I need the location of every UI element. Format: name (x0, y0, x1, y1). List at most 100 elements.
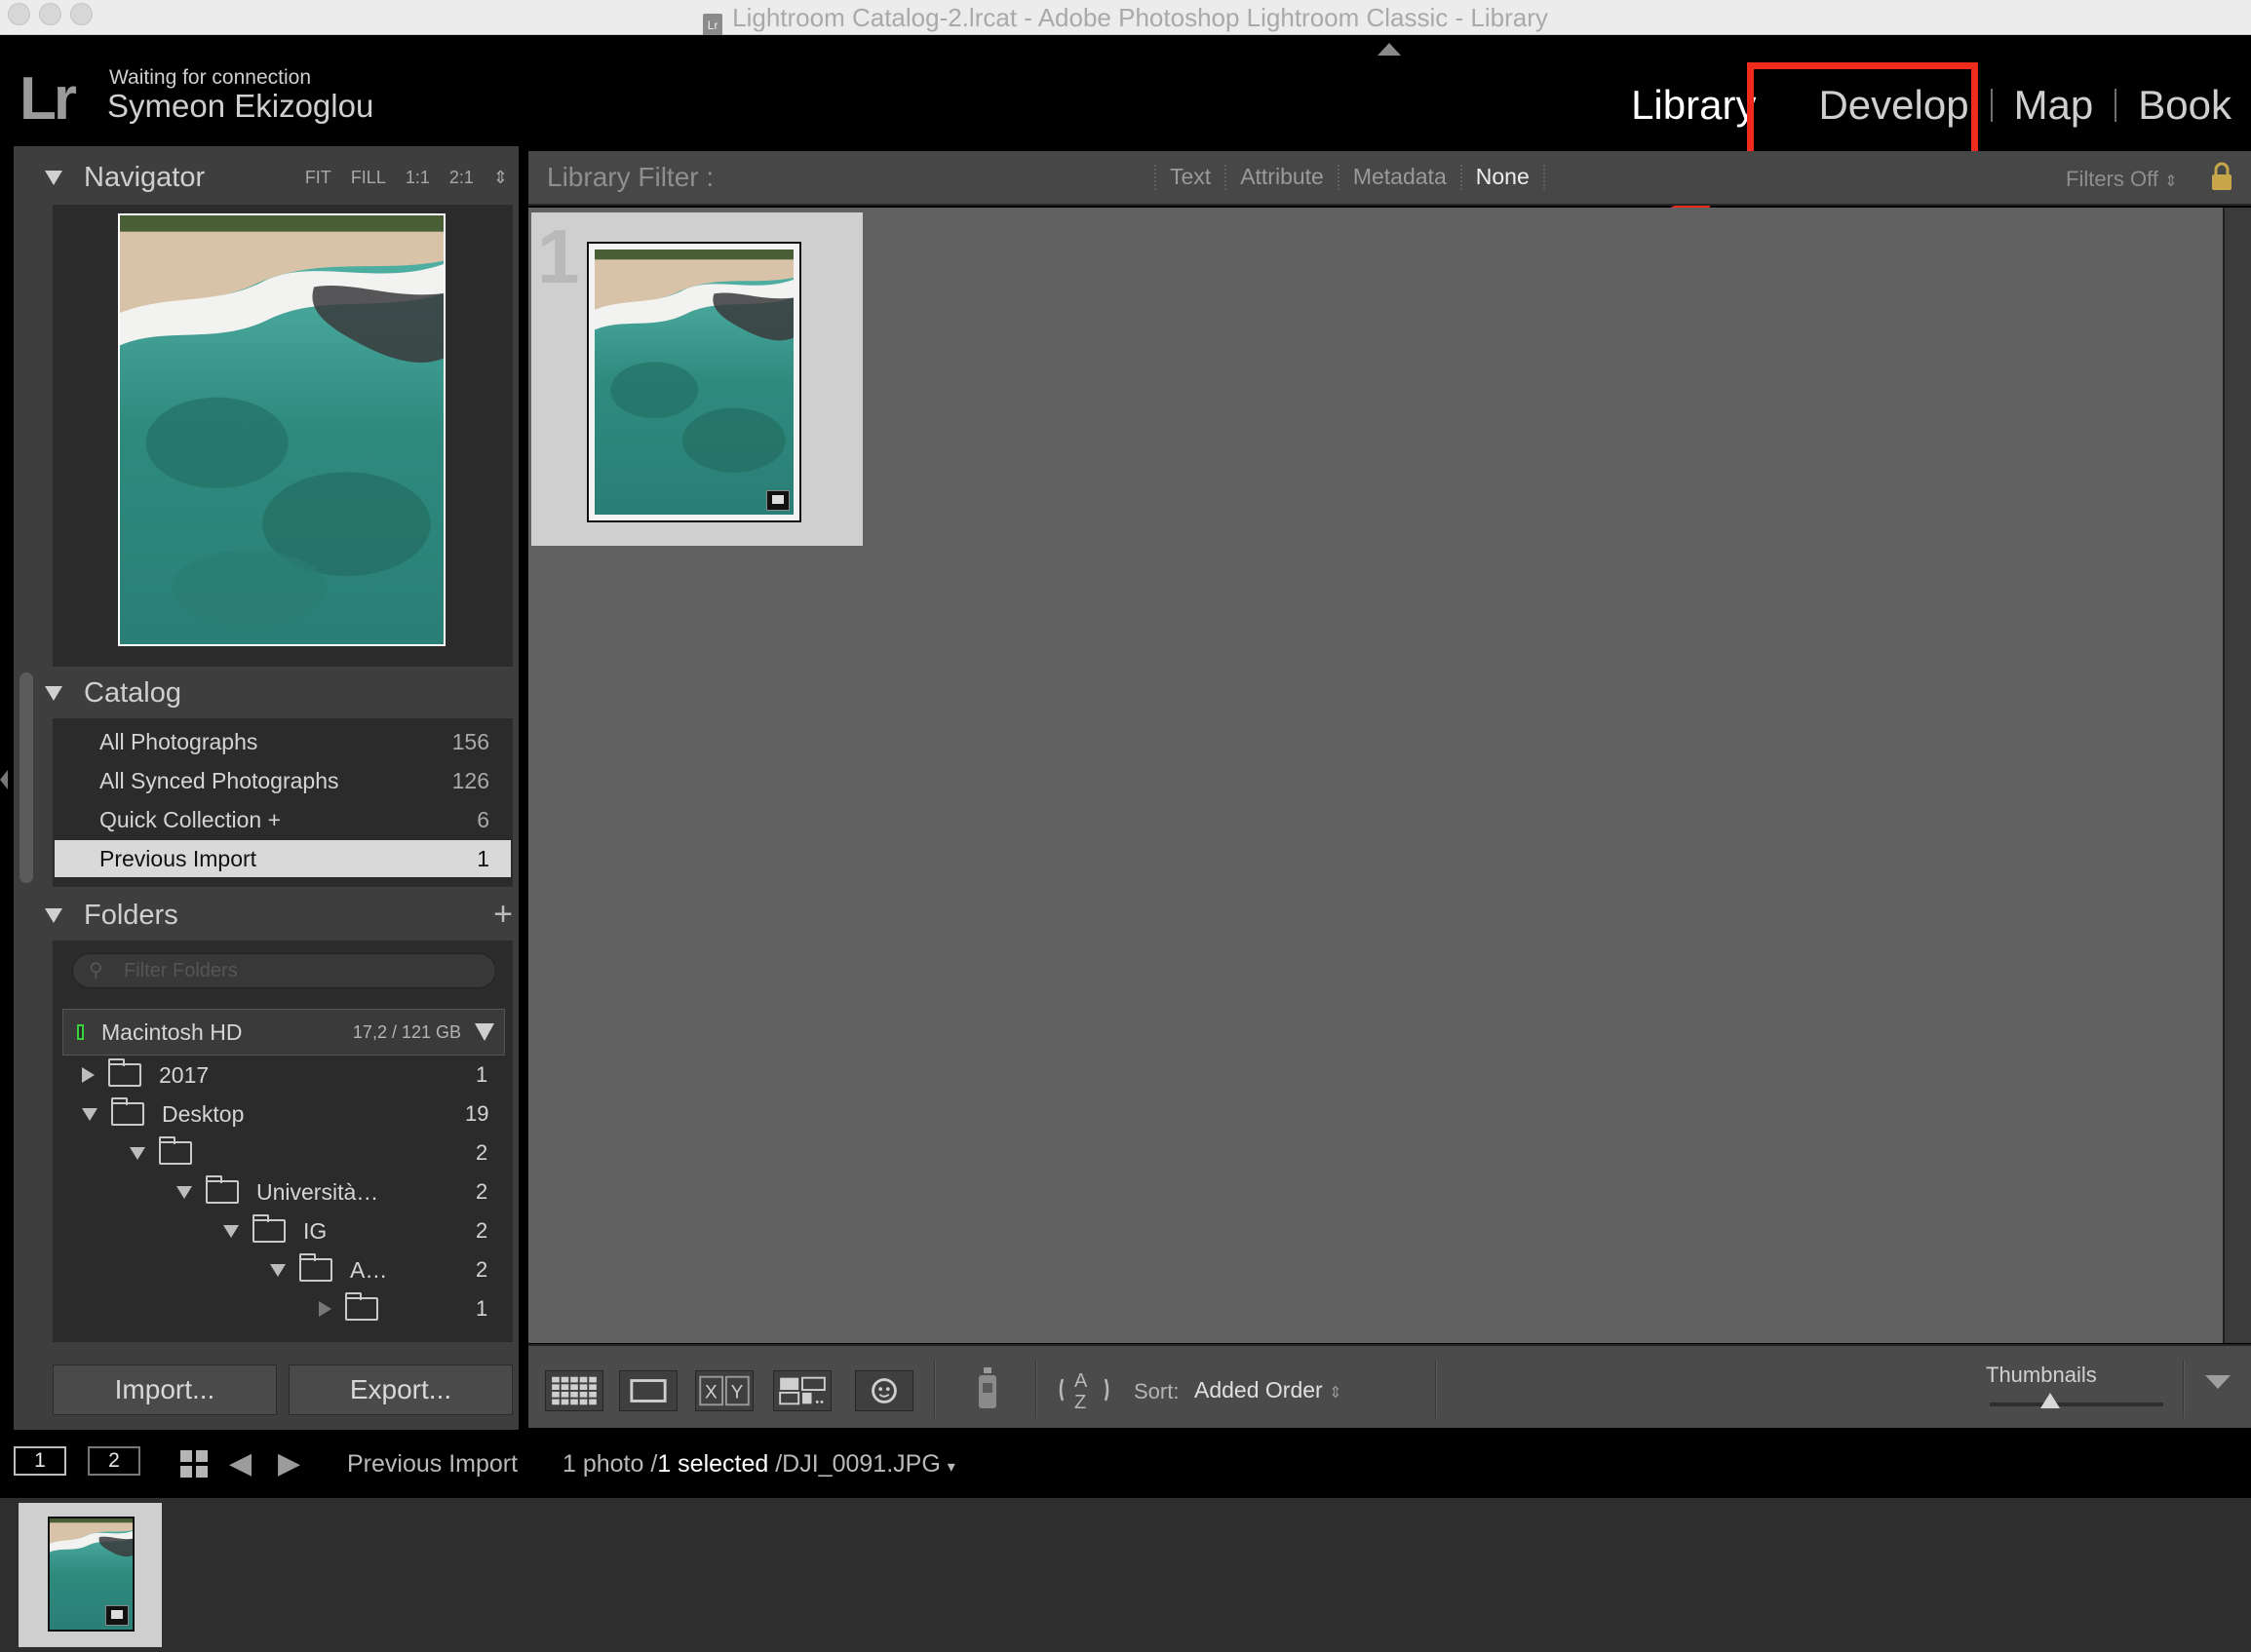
folder-row[interactable]: IG 2 (223, 1212, 491, 1249)
folder-row[interactable]: 2 (130, 1134, 491, 1172)
folder-row[interactable]: Università… 2 (176, 1173, 491, 1210)
add-folder-icon[interactable]: + (493, 896, 513, 934)
filter-separator (1337, 164, 1339, 190)
import-button[interactable]: Import... (53, 1364, 277, 1415)
expand-folder-icon[interactable] (319, 1301, 331, 1317)
catalog-item-label: All Photographs (99, 728, 258, 754)
folder-row[interactable]: 1 (319, 1290, 491, 1327)
filmstrip-thumbnail[interactable] (48, 1517, 135, 1632)
expand-folder-icon[interactable] (82, 1067, 95, 1083)
folder-row[interactable]: 2017 1 (82, 1057, 491, 1094)
folder-count: 1 (476, 1062, 488, 1087)
filter-attribute[interactable]: Attribute (1240, 164, 1324, 190)
library-filter-options: Text Attribute Metadata None (1141, 164, 1559, 190)
folder-name: Desktop (162, 1100, 245, 1127)
secondary-window-button[interactable]: 2 (88, 1446, 140, 1476)
toolbar-options-chevron-icon[interactable] (2205, 1375, 2231, 1389)
zoom-fill[interactable]: FILL (351, 168, 386, 188)
thumbnail-size-slider-knob[interactable] (2040, 1393, 2061, 1408)
folder-icon (345, 1292, 378, 1321)
catalog-header[interactable]: Catalog (45, 673, 513, 712)
zoom-1-1[interactable]: 1:1 (406, 168, 430, 188)
grid-view-shortcut-icon[interactable] (179, 1449, 210, 1479)
zoom-stepper-icon[interactable]: ⇕ (493, 168, 508, 188)
filter-text[interactable]: Text (1170, 164, 1211, 190)
catalog-item-quick-collection[interactable]: Quick Collection + 6 (55, 801, 511, 838)
dropdown-stepper-icon: ⇕ (2164, 173, 2178, 190)
catalog-item-count: 6 (477, 806, 489, 832)
export-button[interactable]: Export... (289, 1364, 513, 1415)
thumbnail-size-slider[interactable] (1990, 1402, 2163, 1406)
navigator-title: Navigator (84, 161, 206, 193)
grid-cell-index: 1 (537, 213, 580, 299)
filmstrip-cell[interactable] (19, 1503, 162, 1647)
filmstrip-bar: 1 2 ◀ ▶ Previous Import 1 photo /1 selec… (0, 1430, 2251, 1498)
folder-icon (299, 1253, 332, 1282)
forward-arrow-icon[interactable]: ▶ (278, 1449, 300, 1479)
user-name: Symeon Ekizoglou (107, 88, 374, 124)
filter-folders-input[interactable]: ⚲ Filter Folders (72, 953, 496, 988)
collapse-folder-icon[interactable] (270, 1263, 286, 1277)
sort-direction-icon[interactable]: AZ (1055, 1365, 1117, 1414)
compare-view-icon[interactable]: XY (695, 1370, 754, 1411)
filmstrip-selection-info[interactable]: 1 photo /1 selected /DJI_0091.JPG ▾ (563, 1450, 955, 1479)
folder-row[interactable]: A… 2 (270, 1251, 491, 1288)
back-arrow-icon[interactable]: ◀ (229, 1449, 252, 1479)
dropdown-stepper-icon: ⇕ (1329, 1385, 1342, 1402)
filter-none[interactable]: None (1476, 164, 1530, 190)
grid-view-icon[interactable] (545, 1370, 603, 1411)
volume-macintosh-hd[interactable]: Macintosh HD 17,2 / 121 GB (62, 1009, 505, 1056)
grid-cell[interactable]: 1 (531, 212, 863, 546)
main-window-button[interactable]: 1 (14, 1446, 66, 1476)
navigator-zoom-options: FIT FILL 1:1 2:1 ⇕ (305, 168, 508, 188)
folder-icon (159, 1136, 192, 1165)
collapse-folder-icon[interactable] (130, 1146, 145, 1160)
folder-name: A… (350, 1256, 388, 1283)
metadata-badge-icon[interactable] (766, 490, 790, 511)
navigator-preview-image[interactable] (118, 213, 446, 646)
filter-metadata[interactable]: Metadata (1353, 164, 1447, 190)
module-map[interactable]: Map (1993, 82, 2115, 129)
sort-order-dropdown[interactable]: Added Order ⇕ (1194, 1377, 1342, 1403)
lock-icon[interactable] (2210, 161, 2233, 192)
navigator-header[interactable]: Navigator FIT FILL 1:1 2:1 ⇕ (45, 158, 513, 197)
collapse-top-panel-icon[interactable] (1378, 43, 1401, 56)
folder-row[interactable]: Desktop 19 (82, 1095, 491, 1133)
grid-thumbnail[interactable] (587, 242, 801, 522)
people-view-icon[interactable] (855, 1370, 913, 1411)
filter-presets-dropdown[interactable]: Filters Off ⇕ (2066, 167, 2177, 192)
catalog-item-previous-import[interactable]: Previous Import 1 (55, 840, 511, 877)
volume-collapse-icon[interactable] (475, 1023, 494, 1041)
collapse-folder-icon[interactable] (223, 1224, 239, 1238)
left-panel-scrollbar[interactable] (19, 672, 33, 883)
develop-highlight-box (1747, 62, 1978, 163)
collapse-left-panel-icon[interactable] (0, 770, 8, 789)
catalog-title: Catalog (84, 676, 181, 709)
module-book[interactable]: Book (2116, 82, 2232, 129)
catalog-item-count: 156 (451, 728, 489, 754)
catalog-item-label: All Synced Photographs (99, 767, 339, 793)
metadata-badge-icon[interactable] (105, 1605, 129, 1626)
catalog-item-label: Previous Import (99, 845, 257, 871)
filmstrip-source[interactable]: Previous Import (347, 1450, 518, 1479)
grid-scrollbar[interactable] (2223, 208, 2251, 1343)
zoom-fit[interactable]: FIT (305, 168, 331, 188)
folders-header[interactable]: Folders + (45, 896, 513, 935)
disclosure-triangle-icon (45, 685, 62, 701)
catalog-item-all-synced-photographs[interactable]: All Synced Photographs 126 (55, 762, 511, 799)
folder-icon (206, 1175, 239, 1204)
collapse-folder-icon[interactable] (82, 1107, 97, 1121)
library-toolbar: XY AZ Sort: Added Order ⇕ Thumbnails (528, 1344, 2251, 1428)
window-title: Lr Lightroom Catalog-2.lrcat - Adobe Phot… (0, 3, 2251, 38)
painter-icon[interactable] (973, 1365, 1002, 1414)
disclosure-triangle-icon (45, 907, 62, 923)
collapse-folder-icon[interactable] (176, 1185, 192, 1199)
catalog-item-all-photographs[interactable]: All Photographs 156 (55, 723, 511, 760)
folder-count: 2 (476, 1179, 488, 1204)
loupe-view-icon[interactable] (619, 1370, 678, 1411)
survey-view-icon[interactable] (773, 1370, 832, 1411)
zoom-2-1[interactable]: 2:1 (449, 168, 474, 188)
catalog-item-label: Quick Collection + (99, 806, 281, 832)
filter-separator (1459, 164, 1462, 190)
search-icon: ⚲ (89, 960, 103, 981)
